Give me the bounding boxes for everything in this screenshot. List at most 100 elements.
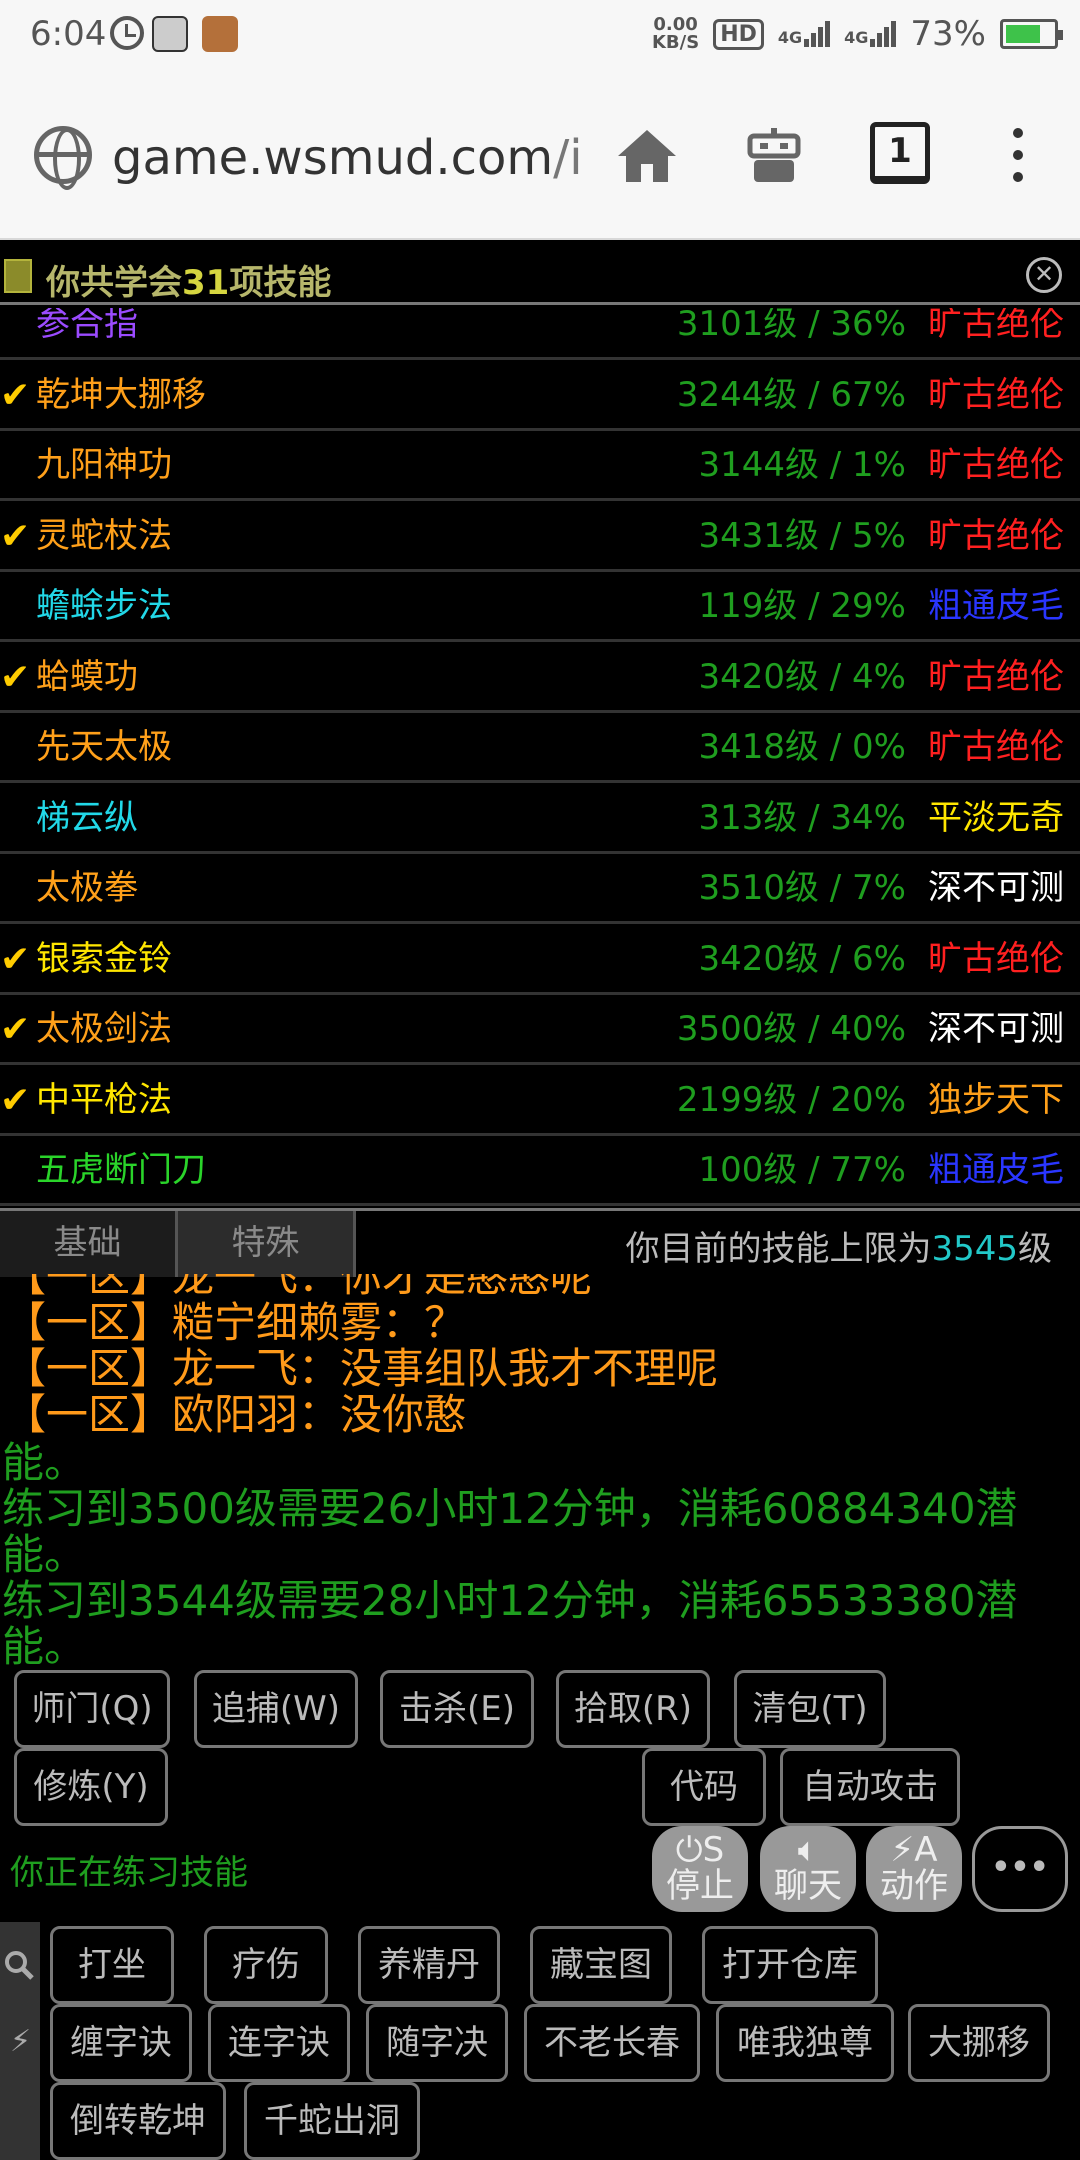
cultivate-button[interactable]: 修炼(Y): [14, 1748, 168, 1826]
app-notification-icon: [152, 16, 188, 52]
skill-button[interactable]: 缠字诀: [50, 2004, 192, 2082]
skill-name: 太极拳: [36, 868, 138, 908]
alarm-icon: [110, 16, 144, 50]
chat-line: 【一区】欧阳羽：没你憨: [4, 1390, 467, 1439]
skill-level: 100级 / 77%: [698, 1150, 906, 1190]
system-line: 练习到3500级需要26小时12分钟，消耗60884340潜能。: [2, 1484, 1018, 1579]
skill-rank: 深不可测: [928, 1009, 1064, 1049]
skill-row[interactable]: ✔ 银索金铃 3420级 / 6% 旷古绝伦: [0, 924, 1080, 995]
skill-rank: 旷古绝伦: [928, 515, 1064, 556]
skill-name: 蟾蜍步法: [36, 586, 172, 626]
skill-row[interactable]: ✔ 乾坤大挪移 3244级 / 67% 旷古绝伦: [0, 360, 1080, 431]
home-icon[interactable]: [616, 126, 678, 186]
signal-icon-2: 4G: [844, 21, 897, 47]
skill-name: 灵蛇杖法: [36, 515, 172, 556]
elixir-button[interactable]: 养精丹: [358, 1926, 500, 2004]
skill-level: 3500级 / 40%: [676, 1009, 906, 1049]
action-button[interactable]: ⚡︎A 动作: [866, 1826, 962, 1912]
skill-rank: 深不可测: [928, 868, 1064, 908]
skill-row[interactable]: 九阳神功 3144级 / 1% 旷古绝伦: [0, 431, 1080, 501]
skill-button[interactable]: 随字决: [366, 2004, 508, 2082]
bolt-icon: ⚡︎: [890, 1830, 915, 1870]
skill-row[interactable]: ✔ 蛤蟆功 3420级 / 4% 旷古绝伦: [0, 642, 1080, 713]
skill-level: 3510级 / 7%: [698, 868, 906, 908]
signal-icon: 4G: [778, 21, 831, 47]
skill-level: 2199级 / 20%: [676, 1079, 906, 1120]
clock-time: 6:04: [30, 14, 107, 54]
quick-sidebar: ⚡︎: [0, 1922, 40, 2160]
skill-name: 蛤蟆功: [36, 656, 138, 697]
more-button[interactable]: •••: [972, 1826, 1068, 1912]
close-icon[interactable]: ✕: [1026, 257, 1062, 293]
skill-level: 119级 / 29%: [698, 586, 906, 626]
skill-level: 3420级 / 4%: [698, 656, 906, 697]
skill-name: 太极剑法: [36, 1009, 172, 1049]
chat-button[interactable]: 🔈︎ 聊天: [760, 1826, 856, 1912]
skill-row[interactable]: ✔ 中平枪法 2199级 / 20% 独步天下: [0, 1065, 1080, 1136]
open-warehouse-button[interactable]: 打开仓库: [702, 1926, 878, 2004]
message-log: 【一区】龙一飞：你才是憨憨呢 【一区】糙宁细赖雾：？ 【一区】龙一飞：没事组队我…: [0, 1274, 1080, 1666]
skill-rank: 旷古绝伦: [928, 374, 1064, 415]
check-mark-icon: ✔: [0, 374, 31, 416]
robot-icon[interactable]: [744, 126, 804, 186]
skill-row[interactable]: 先天太极 3418级 / 0% 旷古绝伦: [0, 713, 1080, 783]
tab-basic[interactable]: 基础: [0, 1211, 178, 1277]
heal-button[interactable]: 疗伤: [204, 1926, 328, 2004]
skill-button[interactable]: 唯我独尊: [716, 2004, 894, 2082]
skill-button[interactable]: 不老长春: [524, 2004, 700, 2082]
skill-level: 3418级 / 0%: [698, 727, 906, 767]
skill-row[interactable]: 参合指 3101级 / 36% 旷古绝伦: [0, 308, 1080, 360]
check-mark-icon: ✔: [0, 656, 31, 698]
meditate-button[interactable]: 打坐: [50, 1926, 174, 2004]
skill-name: 五虎断门刀: [36, 1150, 206, 1190]
skill-name: 参合指: [36, 308, 138, 344]
search-icon[interactable]: [4, 1950, 34, 1980]
skill-level: 3420级 / 6%: [698, 938, 906, 979]
skill-name: 银索金铃: [36, 938, 172, 979]
pursue-button[interactable]: 追捕(W): [194, 1670, 358, 1748]
skill-limit-text: 你目前的技能上限为3545级: [625, 1229, 1052, 1269]
skill-name: 九阳神功: [36, 445, 172, 485]
skill-name: 乾坤大挪移: [36, 374, 206, 415]
skill-rank: 粗通皮毛: [928, 586, 1064, 626]
code-button[interactable]: 代码: [642, 1748, 766, 1826]
skill-level: 3431级 / 5%: [698, 515, 906, 556]
skill-row[interactable]: 太极拳 3510级 / 7% 深不可测: [0, 854, 1080, 924]
skill-rank: 旷古绝伦: [928, 727, 1064, 767]
skill-rank: 平淡无奇: [928, 797, 1064, 838]
kill-button[interactable]: 击杀(E): [380, 1670, 534, 1748]
skill-name: 梯云纵: [36, 797, 138, 838]
skill-list: 参合指 3101级 / 36% 旷古绝伦 ✔ 乾坤大挪移 3244级 / 67% 旷古绝伦九…: [0, 308, 1080, 1206]
treasure-map-button[interactable]: 藏宝图: [530, 1926, 672, 2004]
skill-button[interactable]: 千蛇出洞: [244, 2082, 420, 2160]
skill-row[interactable]: ✔ 灵蛇杖法 3431级 / 5% 旷古绝伦: [0, 501, 1080, 572]
address-bar[interactable]: game.wsmud.com/inc: [112, 130, 582, 186]
check-mark-icon: ✔: [0, 938, 31, 980]
globe-icon: [34, 126, 92, 190]
skill-row[interactable]: 五虎断门刀 100级 / 77% 粗通皮毛: [0, 1136, 1080, 1206]
tab-switcher-icon[interactable]: 1: [870, 122, 930, 184]
net-speed: 0.00 KB/S: [651, 14, 700, 53]
skill-row[interactable]: 梯云纵 313级 / 34% 平淡无奇: [0, 783, 1080, 854]
overflow-menu-icon[interactable]: [1008, 128, 1028, 188]
pickup-button[interactable]: 拾取(R): [556, 1670, 710, 1748]
tab-special[interactable]: 特殊: [178, 1211, 356, 1277]
skill-rank: 旷古绝伦: [928, 656, 1064, 697]
stop-button[interactable]: ⏻S 停止: [652, 1826, 748, 1912]
shimen-button[interactable]: 师门(Q): [14, 1670, 170, 1748]
clear-bag-button[interactable]: 清包(T): [734, 1670, 886, 1748]
chat-line: 【一区】糙宁细赖雾：？: [4, 1298, 467, 1347]
practice-status: 你正在练习技能: [10, 1853, 248, 1893]
skill-row[interactable]: 蟾蜍步法 119级 / 29% 粗通皮毛: [0, 572, 1080, 642]
skill-rank: 独步天下: [928, 1079, 1064, 1120]
skill-rank: 旷古绝伦: [928, 445, 1064, 485]
power-icon: ⏻: [675, 1830, 703, 1870]
system-line: 练习到3544级需要28小时12分钟，消耗65533380潜能。: [2, 1576, 1018, 1667]
auto-attack-button[interactable]: 自动攻击: [780, 1748, 960, 1826]
bolt-icon[interactable]: ⚡︎: [10, 2024, 31, 2059]
skill-row[interactable]: ✔ 太极剑法 3500级 / 40% 深不可测: [0, 995, 1080, 1065]
skill-button[interactable]: 倒转乾坤: [50, 2082, 226, 2160]
skill-button[interactable]: 大挪移: [908, 2004, 1050, 2082]
skill-rank: 粗通皮毛: [928, 1150, 1064, 1190]
skill-button[interactable]: 连字诀: [208, 2004, 350, 2082]
